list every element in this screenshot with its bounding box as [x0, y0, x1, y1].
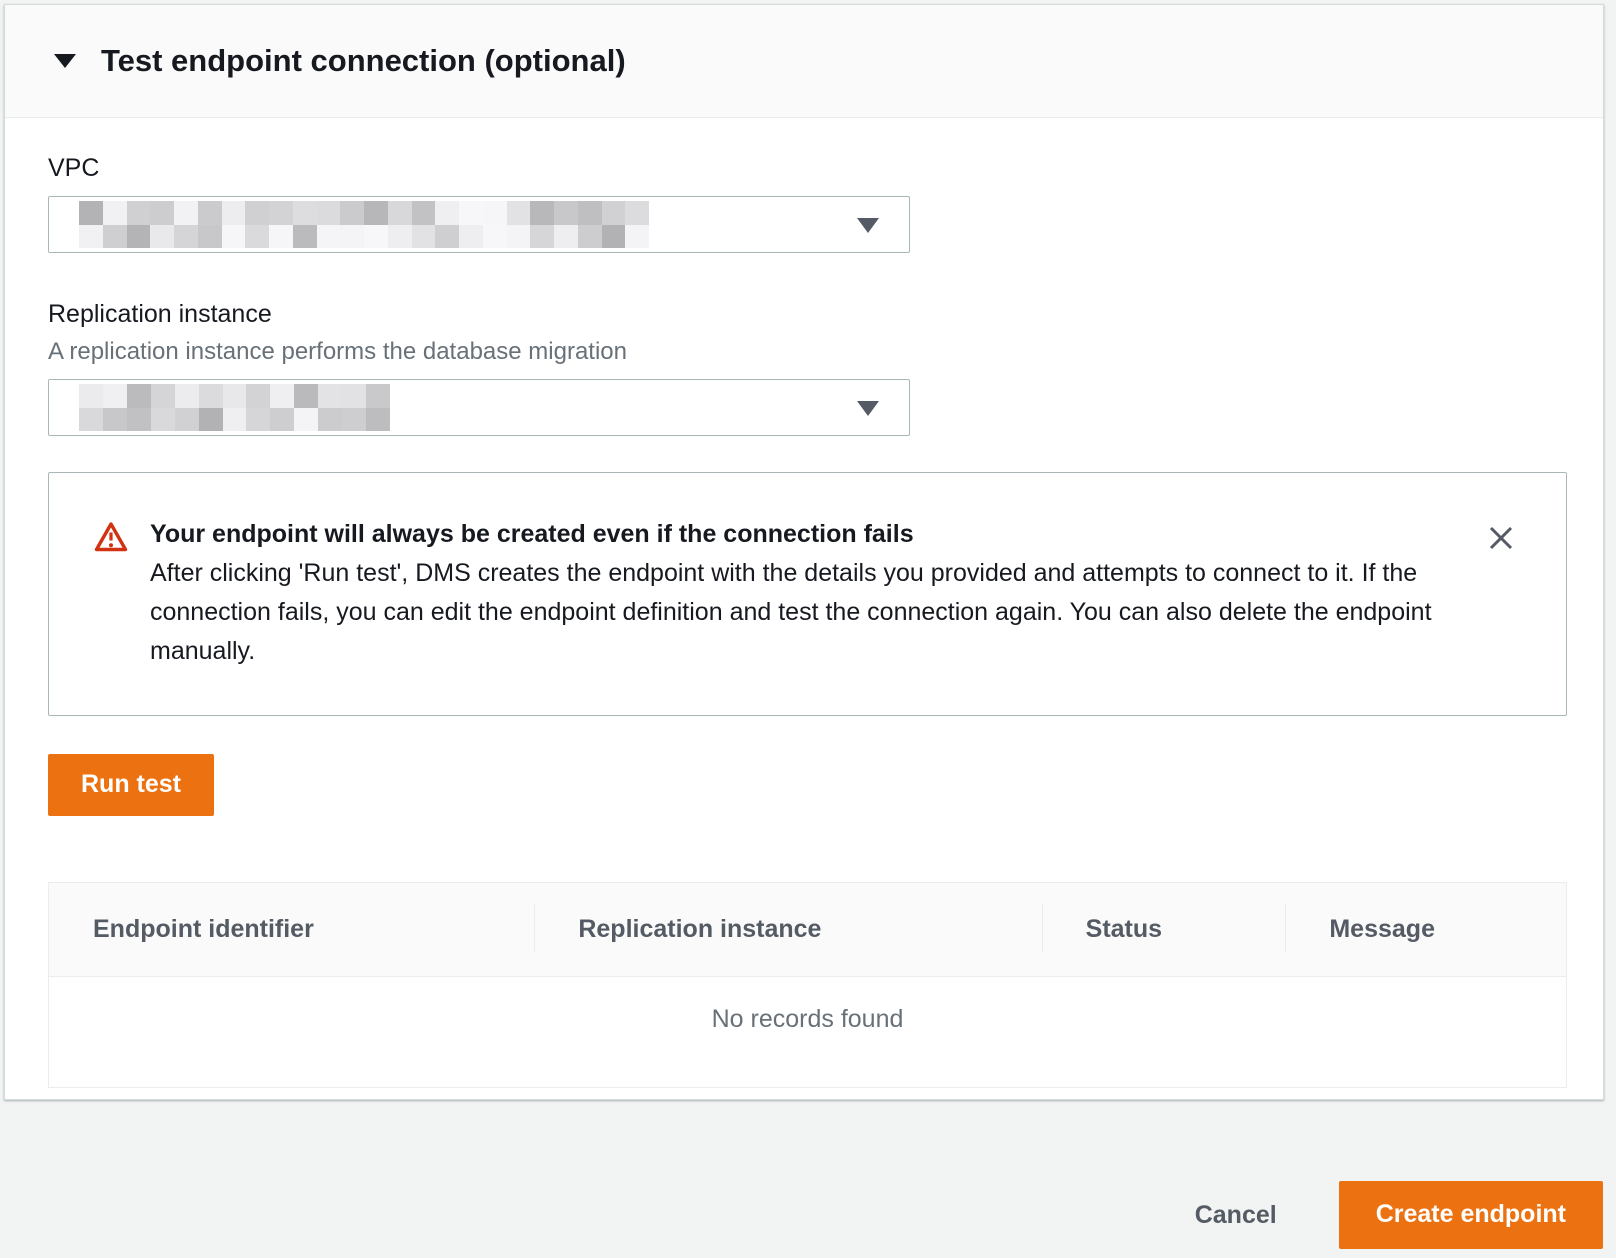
close-icon[interactable]: [1480, 517, 1522, 562]
run-test-button[interactable]: Run test: [48, 754, 214, 816]
column-header-status: Status: [1042, 915, 1286, 944]
warning-alert: Your endpoint will always be created eve…: [48, 472, 1567, 716]
chevron-down-icon: [857, 401, 879, 416]
warning-text-block: Your endpoint will always be created eve…: [150, 515, 1470, 671]
section-content: VPC Replication instance A replication i…: [5, 118, 1603, 1088]
form-footer: Cancel Create endpoint: [1165, 1181, 1603, 1249]
collapse-triangle-icon: [54, 54, 76, 68]
replication-instance-field: Replication instance A replication insta…: [48, 300, 1561, 436]
no-records-text: No records found: [712, 1005, 904, 1087]
warning-body: After clicking 'Run test', DMS creates t…: [150, 554, 1455, 671]
chevron-down-icon: [857, 218, 879, 233]
table-header-row: Endpoint identifier Replication instance…: [49, 883, 1566, 976]
column-header-endpoint-identifier: Endpoint identifier: [49, 915, 534, 944]
create-endpoint-button[interactable]: Create endpoint: [1339, 1181, 1603, 1249]
test-endpoint-panel: Test endpoint connection (optional) VPC …: [4, 4, 1604, 1100]
page-title: Test endpoint connection (optional): [101, 43, 626, 79]
test-results-table: Endpoint identifier Replication instance…: [48, 882, 1567, 1088]
warning-triangle-icon: [94, 521, 128, 671]
table-empty-state: No records found: [49, 976, 1566, 1087]
vpc-field: VPC: [48, 154, 1561, 253]
replication-instance-description: A replication instance performs the data…: [48, 338, 1561, 366]
vpc-select[interactable]: [48, 196, 910, 253]
cancel-button[interactable]: Cancel: [1165, 1185, 1307, 1246]
replication-instance-select[interactable]: [48, 379, 910, 436]
replication-instance-redacted-value: [79, 384, 390, 431]
section-header-toggle[interactable]: Test endpoint connection (optional): [5, 5, 1603, 118]
column-header-replication-instance: Replication instance: [534, 915, 1041, 944]
column-header-message: Message: [1285, 915, 1566, 944]
replication-instance-label: Replication instance: [48, 300, 1561, 329]
vpc-label: VPC: [48, 154, 1561, 183]
warning-title: Your endpoint will always be created eve…: [150, 515, 1470, 554]
vpc-redacted-value: [79, 201, 649, 248]
